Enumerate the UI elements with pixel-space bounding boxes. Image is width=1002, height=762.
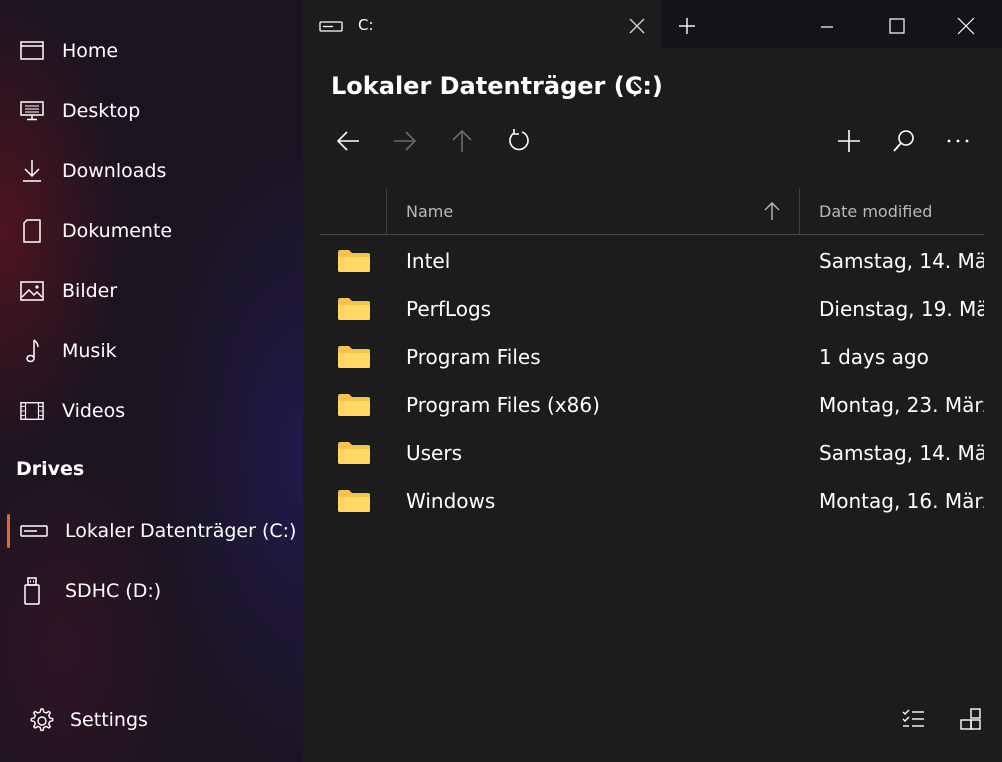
sidebar-item-drive-d[interactable]: SDHC (D:) [0,567,303,615]
table-row[interactable]: Intel Samstag, 14. März [320,237,984,285]
download-icon [20,159,44,183]
close-tab-button[interactable] [627,16,647,36]
tab-title: C: [358,16,374,34]
column-header-name[interactable]: Name [406,188,796,234]
minimize-icon [821,26,833,28]
table-row[interactable]: Windows Montag, 16. März [320,477,984,525]
tab-drive-c[interactable]: C: [303,0,662,52]
hard-drive-icon [20,519,48,543]
settings-label: Settings [70,709,148,731]
column-header-date-modified[interactable]: Date modified [819,188,932,234]
layout-icon [960,708,981,730]
chevron-right-icon[interactable] [631,80,643,102]
sidebar-item-label: Lokaler Datenträger (C:) [65,520,297,542]
new-tab-button[interactable] [675,14,699,38]
column-separator[interactable] [386,188,387,234]
file-name: Intel [406,249,451,273]
home-icon [20,39,44,63]
sidebar-item-label: Bilder [62,280,118,302]
folder-icon [337,345,371,373]
sidebar-item-label: Downloads [62,160,167,182]
sidebar-item-label: Dokumente [62,220,173,242]
refresh-icon [509,129,529,151]
column-separator[interactable] [799,188,800,234]
column-header-label: Date modified [819,201,933,221]
document-icon [20,219,44,243]
settings-button[interactable]: Settings [0,696,303,744]
arrow-right-icon [394,131,417,151]
titlebar: C: [303,0,1002,52]
folder-icon [337,441,371,469]
sidebar-item-videos[interactable]: Videos [0,387,303,435]
file-date: Montag, 16. März [819,489,984,513]
file-name: Program Files [406,345,541,369]
picture-icon [20,279,44,303]
header-divider [320,234,984,235]
close-icon [957,17,975,35]
table-row[interactable]: Program Files (x86) Montag, 23. März [320,381,984,429]
close-window-button[interactable] [954,14,978,38]
arrow-left-icon [336,131,359,151]
sidebar-item-bilder[interactable]: Bilder [0,267,303,315]
maximize-icon [889,18,905,34]
table-row[interactable]: PerfLogs Dienstag, 19. März [320,285,984,333]
sidebar-item-desktop[interactable]: Desktop [0,87,303,135]
sidebar-item-label: SDHC (D:) [65,580,162,602]
hard-drive-icon [319,18,343,37]
video-icon [20,399,44,423]
new-item-button[interactable] [834,126,864,156]
sidebar-item-label: Desktop [62,100,141,122]
refresh-button[interactable] [504,126,534,156]
table-row[interactable]: Program Files 1 days ago [320,333,984,381]
back-button[interactable] [333,126,363,156]
search-button[interactable] [889,126,919,156]
file-date: Samstag, 14. März [819,249,984,273]
drives-section-title: Drives [16,458,85,480]
layout-mode-button[interactable] [958,706,986,734]
file-name: Program Files (x86) [406,393,600,417]
more-options-button[interactable] [943,126,973,156]
gear-icon [27,706,55,734]
folder-icon [337,489,371,517]
sidebar-item-home[interactable]: Home [0,27,303,75]
sidebar-item-downloads[interactable]: Downloads [0,147,303,195]
sidebar-item-label: Videos [62,400,126,422]
sidebar-item-drive-c[interactable]: Lokaler Datenträger (C:) [0,507,303,555]
sidebar-item-musik[interactable]: Musik [0,327,303,375]
sidebar-item-dokumente[interactable]: Dokumente [0,207,303,255]
more-icon [947,139,969,143]
folder-icon [337,297,371,325]
column-header-label: Name [406,201,454,221]
file-date: Montag, 23. März [819,393,984,417]
breadcrumb-current[interactable]: Lokaler Datenträger (C:) [331,72,663,100]
minimize-button[interactable] [815,14,839,38]
sidebar-item-label: Musik [62,340,117,362]
arrow-up-icon [452,129,472,152]
music-icon [20,339,44,363]
file-name: PerfLogs [406,297,492,321]
main-pane: C: Lokaler Datenträger (C:) Name Date mo… [303,0,1002,762]
sort-ascending-icon [762,201,782,225]
maximize-button[interactable] [885,14,909,38]
desktop-icon [20,99,44,123]
forward-button[interactable] [390,126,420,156]
folder-icon [337,249,371,277]
multiselect-button[interactable] [900,706,928,734]
file-date: Dienstag, 19. März [819,297,984,321]
table-row[interactable]: Users Samstag, 14. März [320,429,984,477]
usb-drive-icon [20,577,44,605]
file-date: Samstag, 14. März [819,441,984,465]
plus-icon [679,18,695,34]
file-date: 1 days ago [819,345,929,369]
plus-icon [838,130,860,152]
file-name: Windows [406,489,496,513]
file-name: Users [406,441,463,465]
search-icon [893,130,914,152]
folder-icon [337,393,371,421]
sidebar: Home Desktop Downloads Dokumente Bilder … [0,0,303,762]
checklist-icon [902,709,924,727]
sidebar-item-label: Home [62,40,119,62]
up-button[interactable] [447,126,477,156]
